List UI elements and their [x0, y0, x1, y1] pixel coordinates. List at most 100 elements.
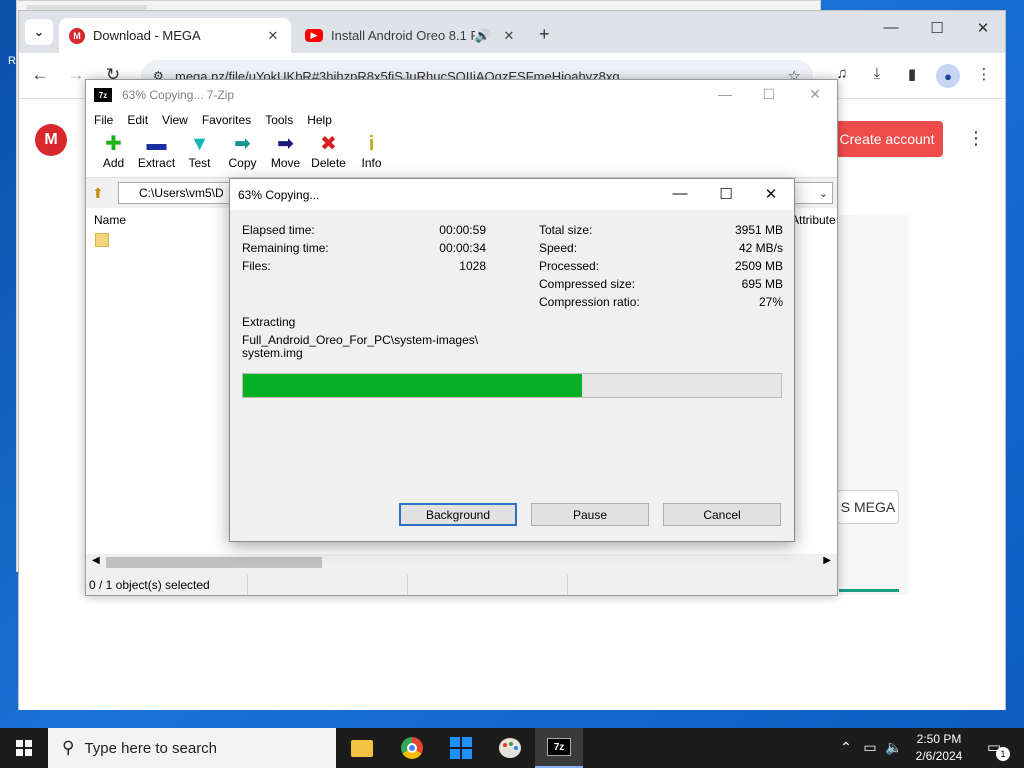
- tab-strip: ⌄ M Download - MEGA ✕ ▶ Install Android …: [19, 11, 1005, 53]
- network-icon[interactable]: ▭: [860, 739, 880, 756]
- scroll-right-icon[interactable]: ▶: [823, 555, 831, 566]
- maximize-button[interactable]: ☐: [922, 19, 952, 37]
- volume-muted-icon[interactable]: 🔈: [884, 739, 904, 756]
- tab-download-mega[interactable]: M Download - MEGA ✕: [59, 18, 291, 53]
- download-icon[interactable]: ⤓: [866, 65, 888, 82]
- tray-chevron-up-icon[interactable]: ⌃: [836, 739, 856, 756]
- profile-avatar[interactable]: ●: [936, 64, 960, 88]
- back-button[interactable]: ←: [29, 65, 51, 85]
- notification-center-icon[interactable]: ▭ 1: [983, 738, 1010, 761]
- tab-title: Download - MEGA: [93, 28, 201, 43]
- copy-button[interactable]: ➡ Copy: [221, 130, 264, 170]
- path-text[interactable]: C:\Users\vm5\D: [139, 186, 224, 200]
- test-button[interactable]: ▼ Test: [178, 130, 221, 170]
- test-label: Test: [188, 156, 211, 170]
- folder-icon[interactable]: [95, 233, 109, 247]
- side-panel-icon[interactable]: ▮: [901, 65, 923, 83]
- background-button[interactable]: Background: [399, 503, 517, 526]
- search-placeholder[interactable]: Type here to search: [84, 740, 217, 757]
- taskbar-chrome[interactable]: [388, 728, 436, 768]
- pause-button[interactable]: Pause: [531, 503, 649, 526]
- folder-up-icon[interactable]: ⬆: [92, 185, 110, 202]
- taskbar-search-box[interactable]: ⚲ Type here to search: [48, 728, 336, 768]
- add-label: Add: [102, 156, 125, 170]
- menu-view[interactable]: View: [162, 113, 188, 127]
- taskbar-store[interactable]: [437, 728, 485, 768]
- taskbar-clock[interactable]: 2:50 PM 2/6/2024: [908, 731, 970, 765]
- copy-icon: ➡: [234, 133, 251, 155]
- extract-button[interactable]: ▬ Extract: [135, 130, 178, 170]
- menu-file[interactable]: File: [94, 113, 113, 127]
- speaker-icon[interactable]: 🔊: [475, 28, 491, 44]
- taskbar: ⚲ Type here to search 7z ⌃ ▭ 🔈 2:50 PM 2…: [0, 728, 1024, 768]
- copy-progress-dialog[interactable]: 63% Copying... — ☐ ✕ Elapsed time: 00:00:…: [229, 178, 795, 542]
- youtube-favicon-icon: ▶: [305, 29, 323, 42]
- dialog-titlebar[interactable]: 63% Copying... — ☐ ✕: [230, 179, 794, 210]
- horizontal-scrollbar[interactable]: ◀ ▶: [86, 554, 837, 570]
- create-account-button[interactable]: Create account: [831, 121, 943, 157]
- stat-label: Remaining time:: [242, 241, 329, 255]
- menu-help[interactable]: Help: [307, 113, 332, 127]
- info-button[interactable]: i Info: [350, 130, 393, 170]
- stat-value: 1028: [459, 259, 486, 273]
- taskbar-file-explorer[interactable]: [338, 728, 386, 768]
- column-header-attributes[interactable]: Attribute: [791, 213, 839, 227]
- minimize-button[interactable]: —: [876, 19, 906, 36]
- menu-favorites[interactable]: Favorites: [202, 113, 251, 127]
- dialog-maximize-button[interactable]: ☐: [711, 185, 741, 203]
- menu-tools[interactable]: Tools: [265, 113, 293, 127]
- new-tab-button[interactable]: +: [539, 24, 550, 45]
- stat-files: Files: 1028: [242, 259, 486, 275]
- sevenzip-close-button[interactable]: ✕: [800, 86, 830, 103]
- dialog-close-button[interactable]: ✕: [756, 185, 786, 203]
- delete-label: Delete: [311, 156, 346, 170]
- info-icon: i: [368, 133, 375, 155]
- tab-search-button[interactable]: ⌄: [25, 19, 53, 45]
- tab-close-icon[interactable]: ✕: [265, 28, 281, 44]
- info-label: Info: [361, 156, 382, 170]
- taskbar-7zip[interactable]: 7z: [535, 728, 583, 768]
- tab-close-icon[interactable]: ✕: [501, 28, 517, 44]
- close-button[interactable]: ✕: [968, 19, 998, 37]
- start-button[interactable]: [0, 728, 48, 768]
- clock-date: 2/6/2024: [915, 749, 963, 763]
- delete-button[interactable]: ✖ Delete: [307, 130, 350, 170]
- clock-time: 2:50 PM: [916, 732, 962, 746]
- move-button[interactable]: ➡ Move: [264, 130, 307, 170]
- store-icon: [450, 737, 472, 759]
- add-icon: ✚: [105, 133, 122, 155]
- status-bar: 0 / 1 object(s) selected: [86, 574, 837, 596]
- forward-button[interactable]: →: [65, 65, 87, 85]
- mega-logo[interactable]: M: [35, 124, 67, 156]
- add-button[interactable]: ✚ Add: [92, 130, 135, 170]
- tab-install-android[interactable]: ▶ Install Android Oreo 8.1 Po 🔊 ✕: [295, 18, 527, 53]
- scrollbar-thumb[interactable]: [106, 557, 322, 568]
- mega-favicon-icon: M: [69, 27, 85, 44]
- move-label: Move: [270, 156, 301, 170]
- test-icon: ▼: [189, 133, 210, 155]
- taskbar-paint[interactable]: [486, 728, 534, 768]
- mega-download-progress: [839, 589, 899, 592]
- tab-title: Install Android Oreo 8.1 Po: [331, 28, 475, 43]
- cancel-button[interactable]: Cancel: [663, 503, 781, 526]
- sevenzip-minimize-button[interactable]: —: [710, 86, 740, 102]
- column-header-name[interactable]: Name: [94, 213, 126, 227]
- stat-label: Compressed size:: [539, 277, 636, 291]
- move-icon: ➡: [277, 133, 294, 155]
- dialog-minimize-button[interactable]: —: [665, 185, 695, 202]
- more-options-icon[interactable]: ⋮: [967, 128, 985, 149]
- chrome-icon: [401, 737, 423, 759]
- notification-badge: 1: [996, 747, 1010, 761]
- mega-app-button[interactable]: S MEGA: [837, 490, 899, 524]
- stat-label: Elapsed time:: [242, 223, 315, 237]
- sevenzip-maximize-button[interactable]: ☐: [754, 86, 784, 103]
- stat-label: Processed:: [539, 259, 600, 273]
- desktop-edge-label: R: [8, 55, 16, 67]
- scroll-left-icon[interactable]: ◀: [92, 555, 100, 566]
- file-name-line: system.img: [242, 346, 303, 360]
- stat-value: 2509 MB: [734, 259, 783, 273]
- menu-edit[interactable]: Edit: [127, 113, 148, 127]
- chevron-down-icon[interactable]: ⌄: [819, 187, 828, 200]
- browser-menu-icon[interactable]: ⋮: [973, 65, 995, 83]
- stat-processed: Processed: 2509 MB: [539, 259, 783, 275]
